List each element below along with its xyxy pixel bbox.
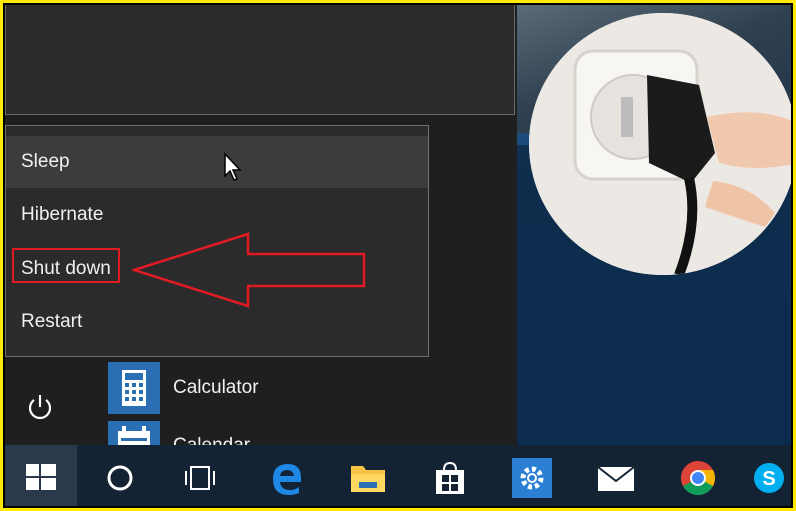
edge-icon [273, 463, 301, 495]
calculator-tile[interactable] [108, 362, 160, 414]
settings-button[interactable] [501, 445, 563, 506]
settings-icon [512, 457, 552, 498]
red-arrow-annotation [132, 232, 366, 308]
mail-icon [597, 465, 635, 491]
file-explorer-icon [351, 465, 385, 492]
sleep-option[interactable]: Sleep [6, 136, 428, 188]
search-button[interactable] [89, 445, 151, 506]
restart-label: Restart [21, 311, 83, 332]
plug-photo [529, 13, 791, 275]
start-button[interactable] [5, 445, 77, 506]
windows-start-icon [26, 463, 56, 490]
app-list: Calculator Calendar [5, 357, 517, 445]
taskbar: S [5, 445, 791, 506]
chrome-button[interactable] [667, 445, 729, 506]
calculator-label[interactable]: Calculator [173, 377, 259, 399]
file-explorer-button[interactable] [337, 445, 399, 506]
start-menu-header-panel [5, 5, 515, 115]
store-button[interactable] [419, 445, 481, 506]
search-circle-icon [107, 465, 133, 490]
calculator-icon [122, 370, 146, 406]
sleep-label: Sleep [21, 151, 70, 172]
start-menu: Sleep Hibernate Shut down Restart Calcul… [5, 5, 517, 445]
hibernate-label: Hibernate [21, 204, 104, 225]
unplug-socket-image [529, 13, 791, 275]
edge-button[interactable] [255, 445, 317, 506]
mail-button[interactable] [585, 445, 647, 506]
svg-text:S: S [762, 468, 775, 490]
calendar-icon [118, 426, 150, 445]
skype-icon: S [754, 462, 784, 493]
chrome-icon [681, 460, 715, 495]
task-view-button[interactable] [169, 445, 231, 506]
calendar-tile[interactable] [108, 421, 160, 445]
mouse-cursor-icon [224, 152, 242, 181]
power-icon[interactable] [25, 392, 55, 422]
task-view-icon [185, 465, 215, 490]
screenshot-frame: Sleep Hibernate Shut down Restart Calcul… [3, 3, 793, 508]
skype-button[interactable]: S [747, 445, 791, 506]
calendar-label-text: Calendar [173, 435, 250, 445]
calendar-label[interactable]: Calendar [173, 435, 250, 445]
store-icon [436, 461, 464, 494]
shutdown-highlight-box [12, 248, 120, 283]
